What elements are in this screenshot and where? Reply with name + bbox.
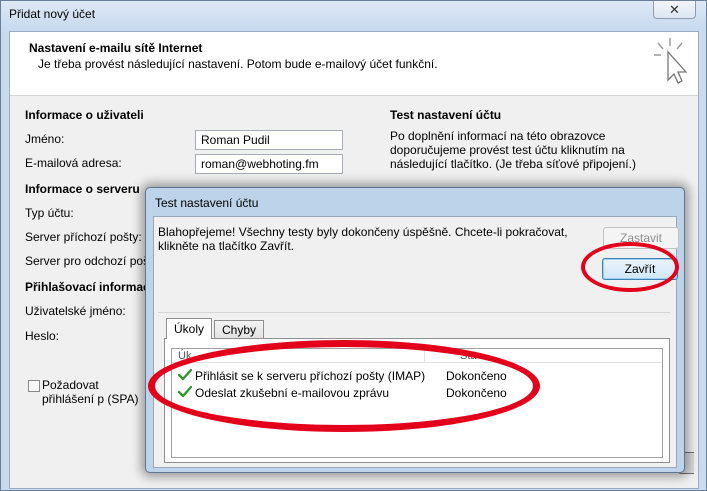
user-info-heading: Informace o uživateli	[25, 108, 144, 122]
close-icon: ✕	[669, 1, 680, 17]
task-status: Dokončeno	[446, 386, 507, 400]
dialog-title: Test nastavení účtu	[155, 196, 259, 210]
column-divider	[424, 349, 425, 363]
login-info-heading: Přihlašovací informac	[25, 280, 150, 294]
email-label: E-mailová adresa:	[25, 156, 122, 170]
window-title: Přidat nový účet	[9, 7, 96, 21]
dialog-message: Blahopřejeme! Všechny testy byly dokonče…	[158, 225, 568, 253]
task-list-header: Úk Sta	[172, 349, 662, 363]
spa-checkbox[interactable]	[28, 380, 40, 392]
tab-errors[interactable]: Chyby	[214, 320, 265, 338]
name-label: Jméno:	[25, 132, 65, 146]
table-row[interactable]: Přihlásit se k serveru příchozí pošty (I…	[172, 367, 662, 384]
task-list: Úk Sta Přihlásit se k serveru příchozí p…	[171, 348, 663, 458]
wizard-subtitle: Je třeba provést následující nastavení. …	[38, 57, 438, 71]
outgoing-server-label: Server pro odchozí poštu	[25, 254, 160, 268]
wizard-title: Nastavení e-mailu sítě Internet	[29, 41, 203, 55]
account-type-label: Typ účtu:	[25, 206, 74, 220]
incoming-server-label: Server příchozí pošty:	[25, 230, 142, 244]
task-name: Odeslat zkušební e-mailovou zprávu	[195, 386, 390, 400]
test-settings-dialog: Test nastavení účtu Blahopřejeme! Všechn…	[145, 187, 685, 473]
username-label: Uživatelské jméno:	[25, 304, 126, 318]
checkmark-icon	[178, 368, 192, 381]
dialog-body: Blahopřejeme! Všechny testy byly dokonče…	[153, 216, 679, 468]
test-settings-text: Po doplnění informací na této obrazovce …	[390, 129, 636, 171]
wizard-header: Nastavení e-mailu sítě Internet Je třeba…	[10, 32, 698, 96]
tab-tasks[interactable]: Úkoly	[166, 318, 213, 339]
name-field[interactable]: Roman Pudil	[195, 130, 343, 150]
task-status: Dokončeno	[446, 369, 507, 383]
dialog-separator	[158, 312, 670, 313]
window-close-button[interactable]: ✕	[653, 1, 696, 19]
close-button[interactable]: Zavřít	[602, 258, 678, 280]
tasks-panel: Úk Sta Přihlásit se k serveru příchozí p…	[164, 338, 670, 463]
task-name: Přihlásit se k serveru příchozí pošty (I…	[195, 369, 426, 383]
column-header-task[interactable]: Úk	[178, 349, 191, 363]
stop-button[interactable]: Zastavit	[603, 227, 679, 249]
column-header-status[interactable]: Sta	[460, 349, 477, 363]
email-field[interactable]: roman@webhoting.fm	[195, 154, 343, 174]
checkmark-icon	[178, 385, 192, 398]
cursor-click-icon	[654, 38, 688, 84]
password-label: Heslo:	[25, 329, 60, 343]
table-row[interactable]: Odeslat zkušební e-mailovou zprávu Dokon…	[172, 384, 662, 401]
test-settings-heading: Test nastavení účtu	[390, 108, 502, 122]
spa-label: Požadovat přihlášení p (SPA)	[42, 378, 139, 406]
main-titlebar: Přidat nový účet ✕	[1, 1, 706, 29]
server-info-heading: Informace o serveru	[25, 182, 140, 196]
